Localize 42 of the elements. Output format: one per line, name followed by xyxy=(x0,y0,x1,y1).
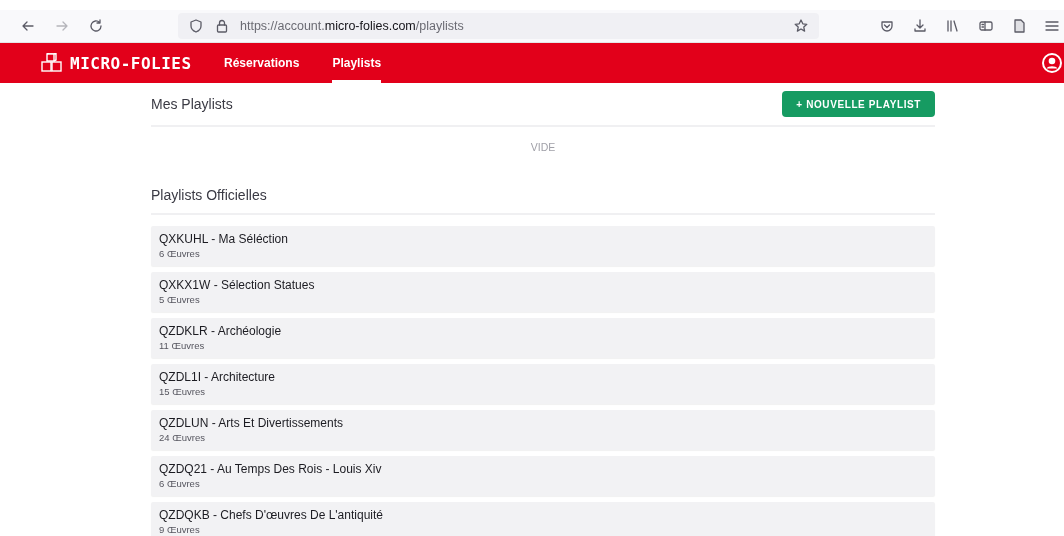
section-title: Playlists Officielles xyxy=(151,187,267,203)
artwork-count: 6 Œuvres xyxy=(159,478,201,489)
star-icon[interactable] xyxy=(793,18,809,34)
shield-icon[interactable] xyxy=(188,18,204,34)
playlist-item[interactable]: QZDL1I - Architecture 15 Œuvres xyxy=(151,364,935,404)
artwork-count: 15 Œuvres xyxy=(159,386,206,397)
playlist-name: QZDQ21 - Au Temps Des Rois - Louis Xiv xyxy=(159,462,383,476)
artwork-count: 11 Œuvres xyxy=(159,340,206,351)
playlist-item[interactable]: QZDQ21 - Au Temps Des Rois - Louis Xiv 6 Œuvres xyxy=(151,456,935,496)
playlist-item[interactable]: QXKUHL - Ma Séléction 6 Œuvres xyxy=(151,226,935,266)
artwork-count: 6 Œuvres xyxy=(159,248,201,259)
library-icon[interactable] xyxy=(945,18,961,34)
playlist-name: QXKUHL - Ma Séléction xyxy=(159,232,289,246)
lock-icon[interactable] xyxy=(214,18,230,34)
playlist-name: QZDLUN - Arts Et Divertissements xyxy=(159,416,345,430)
empty-label: VIDE xyxy=(530,141,556,153)
menu-icon[interactable] xyxy=(1044,18,1060,34)
new-playlist-button[interactable]: + NOUVELLE PLAYLIST xyxy=(782,91,935,117)
playlist-name: QXKX1W - Sélection Statues xyxy=(159,278,316,292)
nav-tab[interactable]: Playlists xyxy=(332,43,382,83)
nav-tab[interactable]: Réservations xyxy=(224,43,300,83)
playlist-name: QZDKLR - Archéologie xyxy=(159,324,283,338)
user-avatar-icon[interactable] xyxy=(1042,53,1062,73)
url-text: https://account.micro-folies.com/playlists xyxy=(240,19,465,33)
artwork-count: 5 Œuvres xyxy=(159,294,201,305)
playlist-item[interactable]: QZDKLR - Archéologie 11 Œuvres xyxy=(151,318,935,358)
playlist-item[interactable]: QXKX1W - Sélection Statues 5 Œuvres xyxy=(151,272,935,312)
download-icon[interactable] xyxy=(912,18,928,34)
playlist-item[interactable]: QZDQKB - Chefs D'œuvres De L'antiquité 9 Œuvres xyxy=(151,502,935,536)
playlist-name: QZDQKB - Chefs D'œuvres De L'antiquité xyxy=(159,508,384,522)
address-bar[interactable]: https://account.micro-folies.com/playlists xyxy=(178,13,819,39)
section-title: Mes Playlists xyxy=(151,96,233,112)
artwork-count: 24 Œuvres xyxy=(159,432,206,443)
playlist-name: QZDL1I - Architecture xyxy=(159,370,277,384)
playlist-item[interactable]: QZDLUN - Arts Et Divertissements 24 Œuvres xyxy=(151,410,935,450)
sidebar-icon[interactable] xyxy=(978,18,994,34)
logo-text[interactable]: MICRO-FOLIES xyxy=(70,53,192,73)
document-icon[interactable] xyxy=(1011,18,1027,34)
reload-icon[interactable] xyxy=(88,18,104,34)
pocket-icon[interactable] xyxy=(879,18,895,34)
artwork-count: 9 Œuvres xyxy=(159,524,201,535)
cubes-logo-icon xyxy=(40,53,64,73)
